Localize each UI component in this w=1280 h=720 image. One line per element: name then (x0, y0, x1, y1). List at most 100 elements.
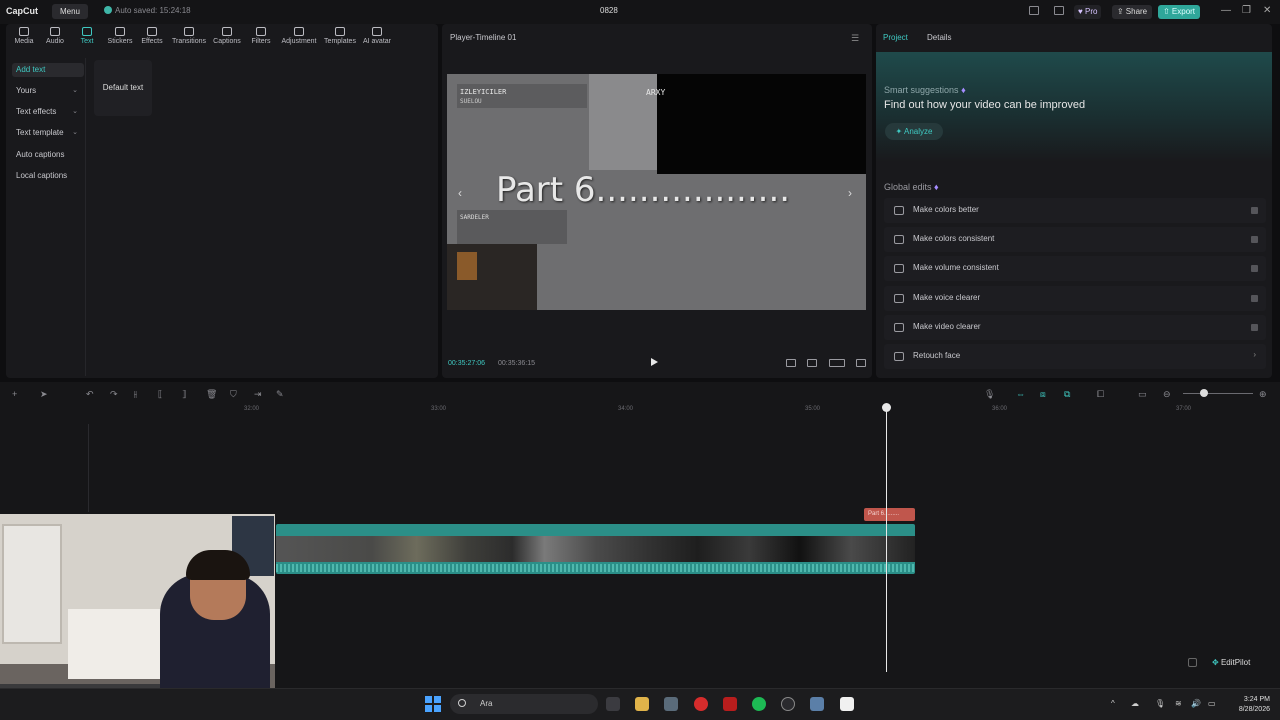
side-item-text-effects[interactable]: Text effects ⌄ (12, 105, 84, 119)
tick-label: 34:00 (618, 406, 634, 412)
chevron-up-icon[interactable]: ^ (1111, 699, 1115, 708)
toggle[interactable] (1251, 236, 1258, 243)
video-clip[interactable] (276, 524, 915, 574)
clock-date[interactable]: 8/28/2026 (1226, 706, 1270, 713)
default-text-card[interactable]: Default text (94, 60, 152, 116)
side-item-label: Text template (16, 128, 64, 137)
microphone-icon[interactable]: 🎙 (984, 389, 995, 400)
menu-button[interactable]: Menu (52, 4, 88, 19)
hamburger-icon[interactable]: ☰ (851, 33, 859, 44)
split-icon[interactable]: ⫲ (134, 389, 137, 400)
toggle[interactable] (1251, 295, 1258, 302)
marker-icon[interactable]: ⛉ (230, 389, 237, 400)
microphone-icon[interactable]: 🎙 (1155, 699, 1165, 708)
snap-icon[interactable]: ⧈ (1040, 389, 1046, 400)
volume-icon[interactable]: 🔊 (1191, 699, 1201, 708)
preview-axis-icon[interactable]: ⧉ (1064, 389, 1070, 400)
toggle[interactable] (1251, 324, 1258, 331)
tab-text[interactable]: Text (76, 27, 98, 45)
global-edit-retouch-face[interactable]: Retouch face › (884, 344, 1266, 369)
playhead[interactable] (886, 404, 887, 672)
analyze-button[interactable]: ✦ Analyze (885, 123, 943, 140)
wifi-icon[interactable]: ≋ (1175, 699, 1182, 708)
settings-icon[interactable] (810, 697, 824, 711)
side-item-text-template[interactable]: Text template ⌄ (12, 126, 84, 140)
global-edit-colors-consistent[interactable]: Make colors consistent (884, 227, 1266, 252)
caption-icon[interactable] (786, 359, 796, 367)
pro-button[interactable]: ♥ Pro (1074, 5, 1102, 19)
clock-time[interactable]: 3:24 PM (1234, 696, 1270, 703)
capcut-icon[interactable] (840, 697, 854, 711)
global-edit-voice-clearer[interactable]: Make voice clearer (884, 286, 1266, 311)
windows-start-icon[interactable] (425, 696, 441, 712)
hd-icon (894, 323, 904, 332)
redo-icon[interactable]: ↷ (110, 389, 118, 400)
export-button[interactable]: ⇧ Export (1158, 5, 1200, 19)
tab-filters[interactable]: Filters (249, 27, 273, 45)
screenshot-icon[interactable] (807, 359, 817, 367)
text-clip[interactable]: Part 6......... (864, 508, 915, 521)
share-button[interactable]: ⇪ Share (1112, 5, 1152, 19)
store-icon[interactable] (664, 697, 678, 711)
side-item-add-text[interactable]: Add text (12, 63, 84, 77)
side-item-yours[interactable]: Yours ⌄ (12, 84, 84, 98)
shortcut-icon[interactable] (1054, 6, 1064, 15)
spotify-icon[interactable] (752, 697, 766, 711)
tab-details[interactable]: Details (927, 33, 951, 42)
freeze-icon[interactable]: ⇥ (254, 389, 262, 400)
zoom-slider-handle[interactable] (1200, 389, 1208, 397)
taskbar-search[interactable]: Ara (450, 694, 598, 714)
game-launcher-icon[interactable] (723, 697, 737, 711)
link-icon[interactable]: ⇔ (1016, 389, 1025, 399)
play-icon[interactable] (651, 358, 658, 366)
toggle[interactable] (1251, 265, 1258, 272)
minimize-icon[interactable]: — (1221, 5, 1231, 16)
chevron-right-icon[interactable]: › (848, 186, 852, 200)
add-icon[interactable]: + (12, 389, 17, 399)
zoom-out-icon[interactable]: ⊖ (1163, 389, 1171, 400)
ratio-icon[interactable] (829, 359, 845, 367)
tab-audio[interactable]: Audio (44, 27, 66, 45)
zoom-slider[interactable] (1183, 393, 1253, 394)
playhead-handle[interactable] (882, 403, 891, 412)
tab-captions[interactable]: Captions (212, 27, 242, 45)
battery-icon[interactable]: ▭ (1208, 699, 1216, 708)
global-edit-colors-better[interactable]: Make colors better (884, 198, 1266, 223)
overlay-text[interactable]: Part 6.................. (496, 170, 790, 210)
file-explorer-icon[interactable] (635, 697, 649, 711)
tab-project[interactable]: Project (883, 33, 908, 42)
tab-transitions[interactable]: Transitions (170, 27, 208, 45)
fullscreen-icon[interactable] (856, 359, 866, 367)
tab-adjustment[interactable]: Adjustment (280, 27, 318, 45)
side-item-local-captions[interactable]: Local captions (12, 169, 84, 183)
task-view-icon[interactable] (606, 697, 620, 711)
close-icon[interactable]: ✕ (1263, 5, 1271, 16)
delete-icon[interactable]: 🗑 (206, 389, 217, 400)
onedrive-icon[interactable]: ☁ (1131, 699, 1139, 708)
select-tool-icon[interactable]: ➤ (40, 389, 48, 400)
undo-icon[interactable]: ↶ (86, 389, 94, 400)
global-edit-volume-consistent[interactable]: Make volume consistent (884, 256, 1266, 281)
editpilot-button[interactable]: ✥ EditPilot (1212, 656, 1268, 670)
project-name[interactable]: 0828 (600, 6, 618, 15)
side-item-auto-captions[interactable]: Auto captions (12, 148, 84, 162)
tab-ai-avatar[interactable]: AI avatar (362, 27, 392, 45)
caption-track-icon[interactable]: ▭ (1138, 389, 1147, 400)
compound-icon[interactable]: ⧠ (1097, 389, 1104, 400)
chatgpt-icon[interactable] (781, 697, 795, 711)
opera-icon[interactable] (694, 697, 708, 711)
trim-left-icon[interactable]: ⟦ (158, 389, 162, 400)
trim-right-icon[interactable]: ⟧ (182, 389, 186, 400)
panel-icon[interactable] (1188, 658, 1197, 667)
layout-icon[interactable] (1029, 6, 1039, 15)
zoom-fit-icon[interactable]: ⊕ (1259, 389, 1267, 400)
tab-effects[interactable]: Effects (140, 27, 164, 45)
tab-stickers[interactable]: Stickers (106, 27, 134, 45)
maximize-icon[interactable]: ❐ (1242, 5, 1251, 16)
pen-icon[interactable]: ✎ (276, 389, 284, 400)
global-edit-video-clearer[interactable]: Make video clearer (884, 315, 1266, 340)
tab-templates[interactable]: Templates (323, 27, 357, 45)
chevron-left-icon[interactable]: ‹ (458, 186, 462, 200)
toggle[interactable] (1251, 207, 1258, 214)
tab-media[interactable]: Media (12, 27, 36, 45)
